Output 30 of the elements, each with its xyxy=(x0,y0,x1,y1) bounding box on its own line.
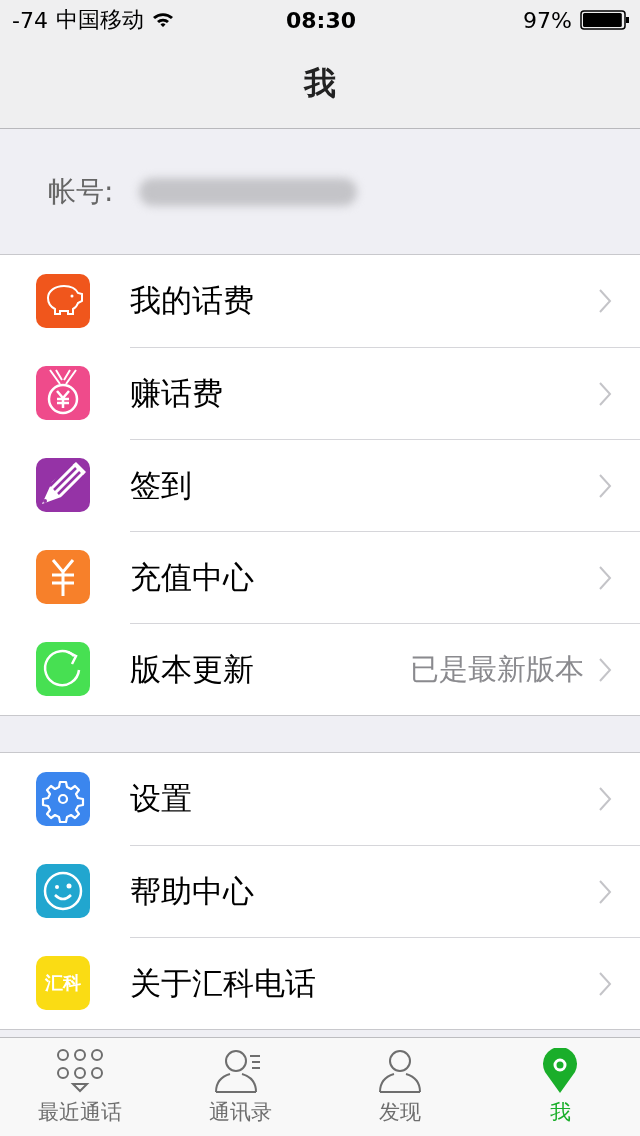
carrier-name: 中国移动 xyxy=(55,6,144,34)
tab-label[interactable]: 通讯录 xyxy=(208,1098,272,1126)
menu-item-label[interactable]: 版本更新 xyxy=(130,648,396,691)
tab-label[interactable]: 发现 xyxy=(379,1098,421,1126)
page-title: 我 xyxy=(304,63,336,104)
account-label: 帐号: xyxy=(48,173,114,210)
chevron-right-icon[interactable] xyxy=(598,380,612,407)
battery-icon xyxy=(580,10,630,30)
menu-item-label[interactable]: 帮助中心 xyxy=(130,870,584,913)
signal-strength: -74 xyxy=(12,7,48,33)
clock-time: 08:30 xyxy=(286,7,356,33)
chevron-right-icon[interactable] xyxy=(598,786,612,812)
chevron-right-icon[interactable] xyxy=(598,970,612,997)
menu-item-label[interactable]: 设置 xyxy=(130,778,584,820)
tab-label[interactable]: 最近通话 xyxy=(38,1098,122,1126)
chevron-right-icon[interactable] xyxy=(598,878,612,905)
menu-item-label[interactable]: 我的话费 xyxy=(130,280,584,322)
menu-item-label[interactable]: 充值中心 xyxy=(130,556,584,599)
chevron-right-icon[interactable] xyxy=(598,472,612,499)
app-icon: 汇科 xyxy=(36,956,90,1010)
menu-item-label[interactable]: 签到 xyxy=(130,464,584,507)
dialpad-icon[interactable] xyxy=(54,1048,106,1094)
chevron-right-icon[interactable] xyxy=(598,564,612,591)
wifi-icon xyxy=(151,12,174,28)
version-status: 已是最新版本 xyxy=(410,650,584,688)
battery-percent: 97% xyxy=(523,7,572,33)
menu-item-label[interactable]: 关于汇科电话 xyxy=(130,962,584,1005)
chevron-right-icon[interactable] xyxy=(598,656,612,683)
menu-item-label[interactable]: 赚话费 xyxy=(130,372,584,415)
chevron-right-icon[interactable] xyxy=(598,288,612,314)
